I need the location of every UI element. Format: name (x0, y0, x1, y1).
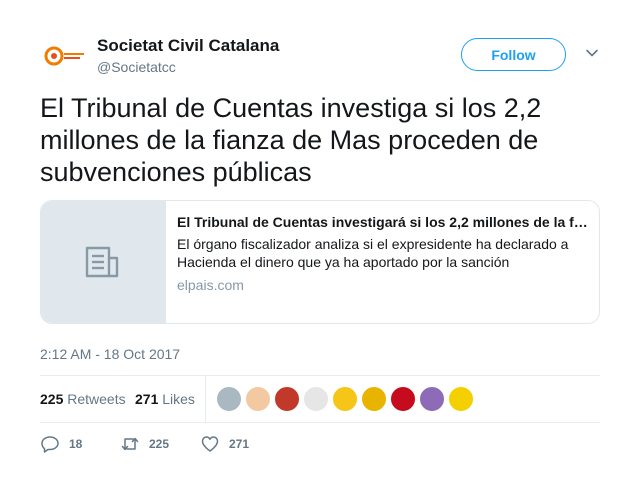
reply-count: 18 (69, 437, 83, 451)
like-count: 271 (229, 437, 250, 451)
sunglasses-emoji-avatar[interactable] (332, 386, 358, 412)
retweets-count: 225 (40, 391, 64, 407)
document-icon (85, 246, 119, 278)
liker-avatars (216, 386, 477, 414)
card-title[interactable]: El Tribunal de Cuentas investigará si lo… (177, 213, 591, 231)
reply-button[interactable]: 18 (40, 434, 82, 454)
link-card[interactable]: El Tribunal de Cuentas investigará si lo… (40, 200, 600, 324)
author-avatar[interactable] (40, 34, 88, 78)
follow-button[interactable]: Follow (461, 38, 566, 71)
societat-civil-logo (44, 46, 84, 66)
retweet-count: 225 (149, 437, 170, 451)
heart-icon (201, 436, 219, 452)
reply-icon (41, 436, 59, 453)
spain-flag-avatar[interactable] (390, 386, 416, 412)
cartoon-figure-avatar[interactable] (303, 386, 329, 412)
tweet-actions: 18 225 271 (40, 434, 600, 454)
tweet-timestamp[interactable]: 2:12 AM - 18 Oct 2017 (40, 345, 180, 363)
retweets-stat[interactable]: 225 Retweets (40, 390, 126, 408)
crazy-emoji-avatar[interactable] (448, 386, 474, 412)
tweet-header: Societat Civil Catalana @Societatcc Foll… (40, 34, 600, 78)
default-avatar[interactable] (216, 386, 242, 412)
card-domain: elpais.com (177, 277, 244, 293)
retweet-icon (121, 437, 139, 451)
like-button[interactable]: 271 (200, 434, 249, 454)
crest-avatar[interactable] (274, 386, 300, 412)
likes-stat[interactable]: 271 Likes (135, 390, 195, 408)
tweet-text: El Tribunal de Cuentas investiga si los … (40, 93, 542, 187)
tweet-stats: 225 Retweets 271 Likes (40, 375, 600, 423)
retweet-button[interactable]: 225 (120, 434, 169, 454)
likes-label: Likes (162, 391, 195, 407)
stats-divider (205, 376, 206, 422)
likes-count: 271 (135, 391, 159, 407)
retweets-label: Retweets (67, 391, 126, 407)
cartoon-face-avatar[interactable] (245, 386, 271, 412)
chevron-down-icon[interactable] (585, 46, 599, 60)
card-description: El órgano fiscalizador analiza si el exp… (177, 236, 569, 270)
ribbon-avatar[interactable] (361, 386, 387, 412)
group-photo-avatar[interactable] (419, 386, 445, 412)
author-display-name[interactable]: Societat Civil Catalana (97, 36, 279, 56)
author-handle[interactable]: @Societatcc (97, 57, 279, 77)
card-thumbnail (41, 201, 166, 323)
